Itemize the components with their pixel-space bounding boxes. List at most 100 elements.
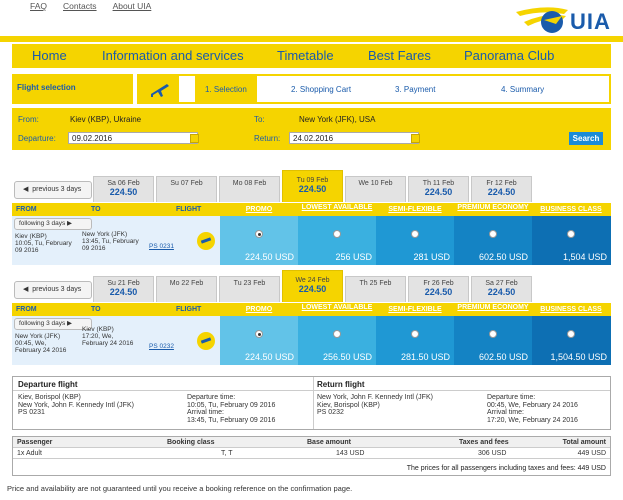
day-label: Su 21 Feb: [107, 280, 140, 287]
day-price: 224.50: [298, 284, 327, 294]
outbound-day-tab[interactable]: Su 07 Feb: [156, 176, 217, 202]
fare-radio-selected[interactable]: [255, 330, 263, 338]
header-lowest[interactable]: LOWEST AVAILABLE: [298, 204, 376, 211]
cell-taxes: 306 USD: [478, 450, 507, 457]
outbound-day-tab[interactable]: Th 11 Feb 224.50: [408, 176, 469, 202]
route-flight: PS 0231: [18, 409, 45, 416]
faq-link[interactable]: FAQ: [30, 1, 47, 11]
fare-price: 602.50 USD: [478, 352, 528, 362]
fare-radio[interactable]: [567, 230, 575, 238]
inbound-flight-number[interactable]: PS 0232: [149, 343, 174, 350]
nav-best-fares[interactable]: Best Fares: [368, 48, 431, 63]
fare-cell-lowest[interactable]: 256 USD: [298, 216, 376, 265]
header-business[interactable]: BUSINESS CLASS: [532, 206, 610, 213]
fare-cell-premium[interactable]: 602.50 USD: [454, 216, 532, 265]
fare-radio[interactable]: [333, 230, 341, 238]
fare-cell-premium[interactable]: 602.50 USD: [454, 316, 532, 365]
booking-steps: 1. Selection 2. Shopping Cart 3. Payment…: [137, 74, 611, 104]
time-label: Arrival time:: [187, 409, 224, 416]
day-price: 224.50: [109, 287, 138, 297]
fare-cell-lowest[interactable]: 256.50 USD: [298, 316, 376, 365]
fare-cell-semi[interactable]: 281.50 USD: [376, 316, 454, 365]
fare-radio[interactable]: [411, 330, 419, 338]
inbound-day-tab[interactable]: Su 21 Feb 224.50: [93, 276, 154, 302]
time-value: 17:20, We, February 24 2016: [487, 416, 578, 424]
time-value: 13:45, Tu, February 09 2016: [187, 416, 276, 424]
outbound-day-tab[interactable]: Sa 06 Feb 224.50: [93, 176, 154, 202]
nav-information[interactable]: Information and services: [102, 48, 244, 63]
inbound-previous-label: previous 3 days: [32, 286, 82, 293]
fare-cell-business[interactable]: 1,504.50 USD: [532, 316, 611, 365]
header-lowest[interactable]: LOWEST AVAILABLE: [298, 304, 376, 311]
summary-divider-vertical: [313, 377, 314, 429]
header-semi-flexible[interactable]: SEMI-FLEXIBLE: [376, 206, 454, 213]
inbound-day-tab[interactable]: Sa 27 Feb 224.50: [471, 276, 532, 302]
inbound-from: New York (JFK) 00:45, We, February 24 20…: [15, 333, 66, 354]
fare-radio[interactable]: [489, 230, 497, 238]
search-panel: From: Kiev (KBP), Ukraine To: New York (…: [12, 108, 611, 150]
step-summary[interactable]: 4. Summary: [501, 85, 544, 94]
outbound-flight-number[interactable]: PS 0231: [149, 243, 174, 250]
fare-price: 224.50 USD: [244, 352, 294, 362]
outbound-day-tab-selected[interactable]: Tu 09 Feb 224.50: [282, 170, 343, 202]
header-from: FROM: [16, 306, 37, 313]
step-payment[interactable]: 3. Payment: [395, 85, 435, 94]
fare-cell-semi[interactable]: 281 USD: [376, 216, 454, 265]
nav-timetable[interactable]: Timetable: [277, 48, 334, 63]
about-uia-link[interactable]: About UIA: [113, 1, 152, 11]
header-business[interactable]: BUSINESS CLASS: [532, 306, 610, 313]
header-premium[interactable]: PREMIUM ECONOMY: [454, 304, 532, 311]
nav-home[interactable]: Home: [32, 48, 67, 63]
from-line: 00:45, We,: [15, 340, 47, 347]
contacts-link[interactable]: Contacts: [63, 1, 97, 11]
outbound-day-tab[interactable]: Mo 08 Feb: [219, 176, 280, 202]
nav-panorama-club[interactable]: Panorama Club: [464, 48, 554, 63]
step-shopping-cart[interactable]: 2. Shopping Cart: [291, 85, 351, 94]
time-value: 00:45, We, February 24 2016: [487, 401, 578, 409]
fare-radio[interactable]: [333, 330, 341, 338]
inbound-day-tab[interactable]: Tu 23 Feb: [219, 276, 280, 302]
fare-cell-promo[interactable]: 224.50 USD: [220, 216, 298, 265]
return-date-input[interactable]: 24.02.2016: [289, 132, 419, 144]
fare-radio[interactable]: [489, 330, 497, 338]
fare-cell-business[interactable]: 1,504 USD: [532, 216, 611, 265]
flight-selection-label: Flight selection: [12, 74, 133, 104]
fare-radio[interactable]: [567, 330, 575, 338]
departure-calendar-icon[interactable]: [190, 134, 199, 143]
inbound-day-tab-selected[interactable]: We 24 Feb 224.50: [282, 270, 343, 302]
fare-price: 281.50 USD: [400, 352, 450, 362]
outbound-day-tab[interactable]: We 10 Feb: [345, 176, 406, 202]
inbound-following-days-button[interactable]: following 3 days ▶: [14, 318, 92, 330]
col-booking-class: Booking class: [167, 439, 215, 446]
header-to: TO: [91, 206, 101, 213]
inbound-day-tab[interactable]: Th 25 Feb: [345, 276, 406, 302]
return-calendar-icon[interactable]: [411, 134, 420, 143]
header-semi-flexible[interactable]: SEMI-FLEXIBLE: [376, 306, 454, 313]
top-stripe: [0, 36, 623, 42]
inbound-day-tab[interactable]: Fr 26 Feb 224.50: [408, 276, 469, 302]
day-label: Mo 22 Feb: [169, 280, 204, 287]
outbound-following-days-button[interactable]: following 3 days ▶: [14, 218, 92, 230]
outbound-day-tab[interactable]: Fr 12 Feb 224.50: [471, 176, 532, 202]
to-line: 09 2016: [82, 245, 106, 252]
route-line: New York, John F. Kennedy Intl (JFK): [317, 394, 433, 401]
search-button[interactable]: Search: [569, 132, 603, 145]
step-selection[interactable]: 1. Selection: [195, 76, 257, 102]
header-promo[interactable]: PROMO: [220, 206, 298, 213]
to-label: To:: [254, 115, 265, 124]
fare-cell-promo[interactable]: 224.50 USD: [220, 316, 298, 365]
fare-radio[interactable]: [411, 230, 419, 238]
day-label: Tu 23 Feb: [233, 280, 266, 287]
outbound-previous-days-button[interactable]: ◀ previous 3 days: [14, 181, 92, 199]
header-premium[interactable]: PREMIUM ECONOMY: [454, 204, 532, 211]
fare-radio-selected[interactable]: [255, 230, 263, 238]
header-promo[interactable]: PROMO: [220, 306, 298, 313]
inbound-day-tabs: ◀ previous 3 days Su 21 Feb 224.50 Mo 22 …: [12, 270, 611, 302]
time-label: Departure time:: [187, 394, 236, 401]
inbound-previous-days-button[interactable]: ◀ previous 3 days: [14, 281, 92, 299]
departure-date-input[interactable]: 09.02.2016: [68, 132, 198, 144]
outbound-following-label: following 3 days: [19, 220, 66, 227]
summary-divider: [13, 390, 610, 391]
inbound-day-tab[interactable]: Mo 22 Feb: [156, 276, 217, 302]
day-label: We 10 Feb: [358, 180, 393, 187]
